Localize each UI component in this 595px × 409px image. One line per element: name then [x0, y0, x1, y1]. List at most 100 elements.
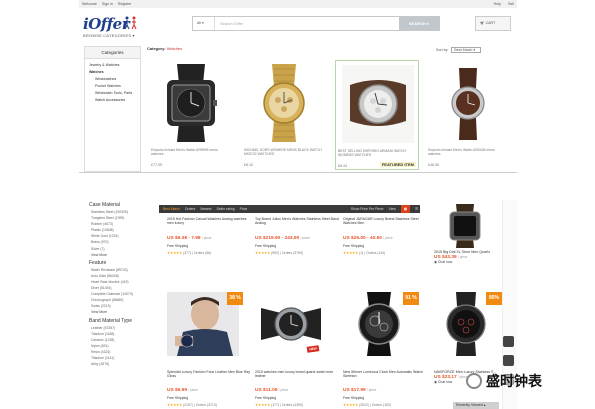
sort-best-match[interactable]: Best Match [163, 207, 180, 211]
rating-stars: ★★★★★ (992) | Orders (3769) [255, 251, 303, 255]
aliexpress-screenshot: Case Material Stainless Steel (100309) T… [79, 200, 517, 409]
discount-badge: 38 % [227, 292, 243, 305]
product-title: BEST SELLING EMPORIO ARMANI WATCH WOMENS… [338, 149, 406, 158]
help-link[interactable]: Help [494, 2, 501, 6]
free-shipping-label: Free Shipping [167, 396, 189, 400]
cart-icon: 🛒︎ [480, 21, 485, 25]
product-title: Emporio Armani Men's Watch AR0428 mens w… [428, 148, 495, 157]
product-price: £8.43 [338, 164, 347, 168]
product-title: Top Brand Julius Men's Watches Stainless… [255, 217, 339, 226]
sort-seller-rating[interactable]: Seller rating [217, 207, 235, 211]
free-shipping-label: Free Shipping [167, 244, 189, 248]
product-price: £46.06 [428, 163, 439, 167]
product-price: £8.10 [244, 163, 253, 167]
filter-option[interactable]: Alloy (2876) [89, 361, 157, 367]
square-watch-image [449, 204, 481, 248]
category-watch-accessories[interactable]: Watch Accessories [89, 97, 140, 104]
product-card-featured[interactable]: BEST SELLING EMPORIO ARMANI WATCH WOMENS… [335, 60, 419, 170]
filter-sidebar: Case Material Stainless Steel (100309) T… [89, 200, 157, 409]
discount-badge: 91 % [403, 292, 419, 305]
recently-viewed-tab[interactable]: Recently Viewed ▴ [453, 402, 499, 409]
product-title: 2015 Hot Fashion Casual Watches Analog w… [167, 217, 247, 226]
search-category-select[interactable]: All ▾ [193, 17, 215, 30]
product-price: £77.05 [151, 163, 162, 167]
product-card[interactable]: 38 % Splendid Luxury Fashion Faux Leathe… [167, 292, 251, 409]
ioffer-logo[interactable]: iOffer [83, 15, 130, 33]
product-title: Splendid Luxury Fashion Faux Leather Men… [167, 370, 251, 379]
phone-icon[interactable] [503, 355, 514, 366]
category-wristwatch-tools[interactable]: Wristwatch Tools, Parts [89, 90, 140, 97]
free-shipping-label: Free Shipping [343, 244, 365, 248]
chat-now-link[interactable]: ◉ Chat now [434, 260, 500, 264]
product-card[interactable]: Emporio Armani Men's Watch AR0428 mens w… [426, 60, 510, 170]
list-view-icon[interactable]: ☰ [415, 207, 418, 211]
product-price: US $17.99 / piece [343, 388, 377, 393]
edit-icon[interactable] [503, 336, 514, 347]
product-card[interactable]: 2015 Hot Fashion Casual Watches Analog w… [167, 213, 251, 277]
filter-group-header: Case Material [89, 202, 120, 208]
category-breadcrumb: Category: Watches [147, 46, 183, 51]
categories-sidebar: Categories Jewelry & Watches Watches Wri… [84, 46, 141, 172]
product-title: 2015 watches men luxury brand quartz wat… [255, 370, 334, 379]
product-price: US $11.09 / piece [255, 388, 289, 393]
product-price: US $6.38 - 7.98 / piece [167, 236, 212, 241]
product-card[interactable]: NEW 2015 watches men luxury brand quartz… [255, 292, 339, 409]
brown-leather-watch-image [451, 68, 485, 140]
sort-newest[interactable]: Newest [200, 207, 211, 211]
chat-icon: ◉ [434, 259, 437, 264]
people-logo-icon [124, 16, 137, 30]
sell-link[interactable]: Sell [508, 2, 514, 6]
product-card[interactable]: Emporio Armani Men's Watch AR5905 mens w… [149, 60, 233, 170]
search-input[interactable]: Search iOffer [220, 17, 244, 30]
category-watches[interactable]: Watches [89, 69, 140, 76]
rating-stars: ★★★★★ (2157) | Orders (3713) [167, 403, 217, 407]
wechat-logo-icon [466, 373, 482, 389]
sort-price[interactable]: Price [240, 207, 248, 211]
sort-control: Sort by: Best Match ▾ [436, 47, 482, 53]
view-more-link[interactable]: View More [89, 252, 157, 258]
grid-view-icon[interactable]: ▦ [400, 205, 410, 213]
search-button[interactable]: SEARCH ⌕ [399, 17, 439, 30]
top-utility-bar: Welcome Sign in Register Help Sell [79, 0, 517, 8]
product-card[interactable]: Top Brand Julius Men's Watches Stainless… [255, 213, 339, 277]
view-more-link[interactable]: View More [89, 309, 157, 315]
black-square-watch-image [167, 64, 217, 142]
product-card[interactable]: 91 % New Winner Luminous Clock Men Autom… [343, 292, 427, 409]
view-label: View [388, 207, 396, 211]
filter-group-header: Band Material Type [89, 317, 132, 324]
categories-title: Categories [85, 47, 140, 59]
product-title: Original JARAGAR Luxury Brand Stainless … [343, 217, 419, 226]
browse-categories-link[interactable]: BROWSE CATEGORIES ▾ [83, 33, 135, 38]
product-title: Emporio Armani Men's Watch AR5905 mens w… [151, 148, 218, 157]
rating-stars: ★★★★★ (177) | Orders (4390) [255, 403, 303, 407]
sort-toolbar: Best Match Orders Newest Seller rating P… [159, 205, 420, 213]
rating-stars: ★★★★★ (3022) | Orders (150) [343, 403, 391, 407]
cart-button[interactable]: 🛒︎ CART [475, 16, 511, 31]
featured-badge: FEATURED ITEM [379, 162, 416, 167]
welcome-text: Welcome [82, 2, 97, 6]
rating-stars: ★★★★★ (377) | Orders (66) [167, 251, 212, 255]
category-jewelry-watches[interactable]: Jewelry & Watches [89, 62, 140, 69]
rating-stars: ★★★★★ (1) | Orders (144) [343, 251, 386, 255]
price-per-piece-toggle[interactable]: Show Price Per Piece [351, 207, 384, 211]
category-wristwatches[interactable]: Wristwatches [89, 76, 140, 83]
watermark-text: 盛时钟表 [486, 374, 542, 390]
recommend-item[interactable]: 2015 Big Dial XL Store Men Quartz US $43… [434, 250, 500, 264]
site-header: iOffer BROWSE CATEGORIES ▾ All ▾ Search … [79, 8, 517, 42]
product-price: US $219.90 - 243.90 / piece [255, 236, 311, 241]
filter-group-header: Feature [89, 259, 107, 266]
gold-watch-image [263, 64, 305, 142]
sign-in-link[interactable]: Sign in [102, 2, 113, 6]
product-title: MICHAEL KORS WOMENS MENS BLACK WATCH MK5… [244, 148, 322, 157]
free-shipping-label: Free Shipping [255, 244, 277, 248]
search-bar: All ▾ Search iOffer SEARCH ⌕ [192, 16, 440, 31]
register-link[interactable]: Register [118, 2, 131, 6]
category-pocket-watches[interactable]: Pocket Watches [89, 83, 140, 90]
search-icon: ⌕ [426, 21, 430, 26]
free-shipping-label: Free Shipping [343, 396, 365, 400]
silver-watch-image [342, 65, 414, 143]
sort-select[interactable]: Best Match ▾ [451, 47, 482, 53]
product-card[interactable]: Original JARAGAR Luxury Brand Stainless … [343, 213, 427, 277]
sort-orders[interactable]: Orders [185, 207, 195, 211]
product-card[interactable]: MICHAEL KORS WOMENS MENS BLACK WATCH MK5… [242, 60, 326, 170]
